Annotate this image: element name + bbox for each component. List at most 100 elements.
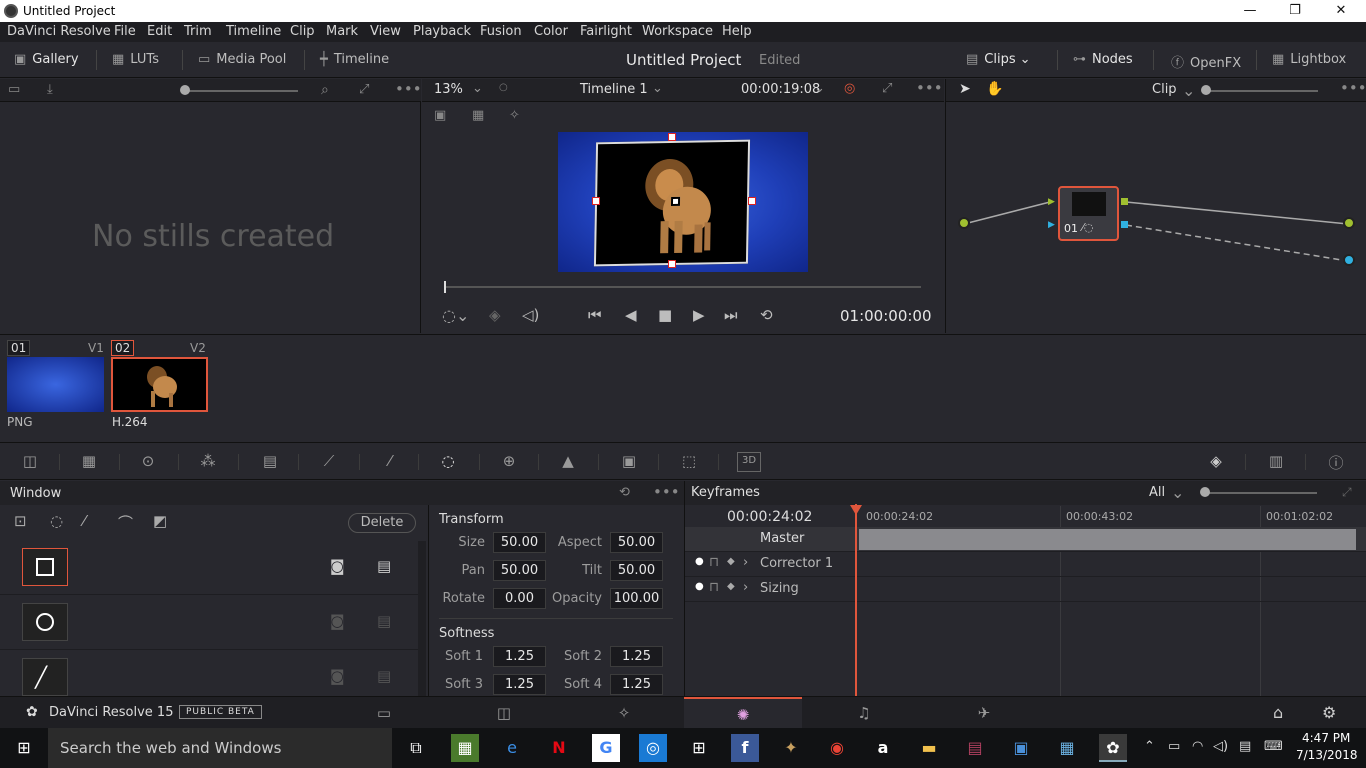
opacity-field[interactable]: 100.00 — [610, 588, 663, 609]
keyframe-diamond-icon[interactable]: ◆ — [727, 581, 735, 592]
volume-icon[interactable]: ◁) — [1213, 739, 1228, 754]
menu-timeline[interactable]: Timeline — [226, 24, 281, 39]
node-zoom-handle[interactable] — [1201, 85, 1211, 95]
chevron-up-icon[interactable]: ⌃ — [1144, 739, 1155, 754]
menu-clip[interactable]: Clip — [290, 24, 315, 39]
soft4-field[interactable]: 1.25 — [610, 674, 663, 695]
node-key-output-port[interactable] — [1121, 221, 1128, 228]
keyframe-diamond-icon[interactable]: ◆ — [727, 556, 735, 567]
chevron-down-icon[interactable]: ⌄ — [1171, 483, 1184, 502]
source-input-dot[interactable] — [958, 217, 970, 229]
enable-dot-icon[interactable]: ● — [695, 581, 704, 592]
playhead-marker-icon[interactable] — [850, 505, 862, 515]
keyframe-zoom-handle[interactable] — [1200, 487, 1210, 497]
node-output-port[interactable] — [1121, 198, 1128, 205]
task-view-icon[interactable]: ⧉ — [402, 734, 430, 762]
window-row-circle[interactable]: ◙ ▤ — [0, 596, 418, 650]
gallery-button[interactable]: ▣ Gallery — [14, 52, 79, 67]
menu-workspace[interactable]: Workspace — [642, 24, 713, 39]
zoom-slider-handle[interactable] — [180, 85, 190, 95]
search-icon[interactable]: ⌕ — [321, 82, 329, 98]
file-explorer-icon[interactable]: ▬ — [915, 734, 943, 762]
home-icon[interactable]: ⌂ — [1273, 703, 1283, 722]
more-options-icon[interactable]: ••• — [395, 80, 422, 98]
linear-window-button[interactable]: ╱ — [22, 658, 68, 696]
sizing-icon[interactable]: ⬚ — [677, 452, 701, 472]
alpha-output-dot[interactable] — [1343, 254, 1355, 266]
app-icon[interactable]: ▦ — [1053, 734, 1081, 762]
minimize-button[interactable]: — — [1227, 0, 1273, 22]
enable-dot-icon[interactable]: ● — [695, 556, 704, 567]
chrome-icon[interactable]: ◉ — [823, 734, 851, 762]
expand-icon[interactable]: ⤢ — [1342, 485, 1352, 500]
clip-thumbnail-selected[interactable] — [111, 357, 208, 412]
add-gradient-window-icon[interactable]: ◩ — [153, 512, 167, 530]
clock-time[interactable]: 4:47 PM — [1302, 731, 1350, 745]
delete-window-button[interactable]: Delete — [348, 513, 416, 533]
keyframe-filter-dropdown[interactable]: All — [1149, 485, 1165, 500]
close-button[interactable]: ✕ — [1318, 0, 1364, 22]
minecraft-icon[interactable]: ▦ — [451, 734, 479, 762]
chevron-down-icon[interactable]: ⌄ — [472, 81, 483, 96]
menu-davinci-resolve[interactable]: DaVinci Resolve — [7, 24, 111, 39]
single-view-icon[interactable]: ▣ — [434, 108, 446, 123]
window-tool-icon[interactable]: ◌ — [436, 452, 460, 472]
nodes-button[interactable]: ⊶ Nodes — [1073, 52, 1133, 67]
rgb-output-dot[interactable] — [1343, 217, 1355, 229]
lightbox-button[interactable]: ▦ Lightbox — [1272, 52, 1346, 67]
keyframes-icon[interactable]: ◈ — [1204, 452, 1228, 472]
go-to-end-icon[interactable]: ⏭ — [724, 306, 738, 324]
top-handle[interactable] — [668, 133, 676, 141]
square-window-button[interactable] — [22, 548, 68, 586]
chevron-down-icon[interactable]: ⌄ — [1182, 81, 1195, 100]
fusion-page-icon[interactable]: ✧ — [565, 697, 683, 729]
soft2-field[interactable]: 1.25 — [610, 646, 663, 667]
keyboard-icon[interactable]: ⌨ — [1264, 739, 1283, 754]
luts-button[interactable]: ▦ LUTs — [112, 52, 159, 67]
add-linear-window-icon[interactable]: ⁄ — [83, 512, 86, 530]
more-options-icon[interactable]: ••• — [1340, 79, 1366, 97]
invert-icon[interactable]: ◙ — [330, 612, 345, 630]
mask-icon[interactable]: ▤ — [377, 557, 391, 575]
color-wheels-icon[interactable]: ⊙ — [136, 452, 160, 472]
davinci-taskbar-icon[interactable]: ✿ — [1099, 734, 1127, 762]
keyframe-row[interactable]: ● ⊓ ◆ › Corrector 1 — [685, 552, 1366, 577]
menu-fusion[interactable]: Fusion — [480, 24, 522, 39]
zoom-slider[interactable] — [186, 90, 298, 92]
node-mode-dropdown[interactable]: Clip — [1152, 82, 1177, 97]
media-page-icon[interactable]: ▭ — [325, 697, 443, 729]
hand-icon[interactable]: ✋ — [986, 81, 1003, 97]
master-track-bar[interactable] — [859, 529, 1356, 550]
taskbar-search-box[interactable]: Search the web and Windows — [48, 728, 392, 768]
clip-thumbnail[interactable] — [7, 357, 104, 412]
openfx-button[interactable]: ⓕ OpenFX — [1171, 52, 1241, 71]
camera-raw-icon[interactable]: ◫ — [18, 452, 42, 472]
download-icon[interactable]: ⤓ — [47, 82, 53, 97]
key-icon[interactable]: ▣ — [617, 452, 641, 472]
add-square-window-icon[interactable]: ⊡ — [14, 512, 27, 530]
viewer-frame[interactable] — [558, 132, 808, 272]
step-back-icon[interactable]: ◀ — [625, 306, 637, 324]
menu-trim[interactable]: Trim — [184, 24, 212, 39]
master-row[interactable]: Master — [685, 527, 1366, 552]
stop-icon[interactable]: ■ — [658, 306, 672, 324]
expand-arrow-icon[interactable]: › — [743, 555, 748, 570]
color-match-icon[interactable]: ▦ — [77, 452, 101, 472]
soft3-field[interactable]: 1.25 — [493, 674, 546, 695]
clock-date[interactable]: 7/13/2018 — [1296, 748, 1358, 762]
zoom-dropdown[interactable]: 13% — [434, 82, 463, 97]
right-handle[interactable] — [748, 197, 756, 205]
layers-icon[interactable]: ◈ — [489, 306, 501, 324]
expand-arrow-icon[interactable]: › — [743, 580, 748, 595]
center-handle[interactable] — [670, 196, 681, 207]
node-zoom-slider[interactable] — [1206, 90, 1318, 92]
lock-icon[interactable]: ⊓ — [709, 555, 719, 570]
reset-icon[interactable]: ⟲ — [619, 485, 630, 500]
keyframe-zoom-slider[interactable] — [1205, 492, 1317, 494]
windows-start-icon[interactable]: ⊞ — [10, 734, 38, 762]
left-handle[interactable] — [592, 197, 600, 205]
menu-color[interactable]: Color — [534, 24, 568, 39]
app-icon[interactable]: ▣ — [1007, 734, 1035, 762]
corrector-node-01[interactable]: 01 ⁄◌ — [1058, 186, 1119, 241]
grid-view-icon[interactable]: ▦ — [472, 108, 484, 123]
